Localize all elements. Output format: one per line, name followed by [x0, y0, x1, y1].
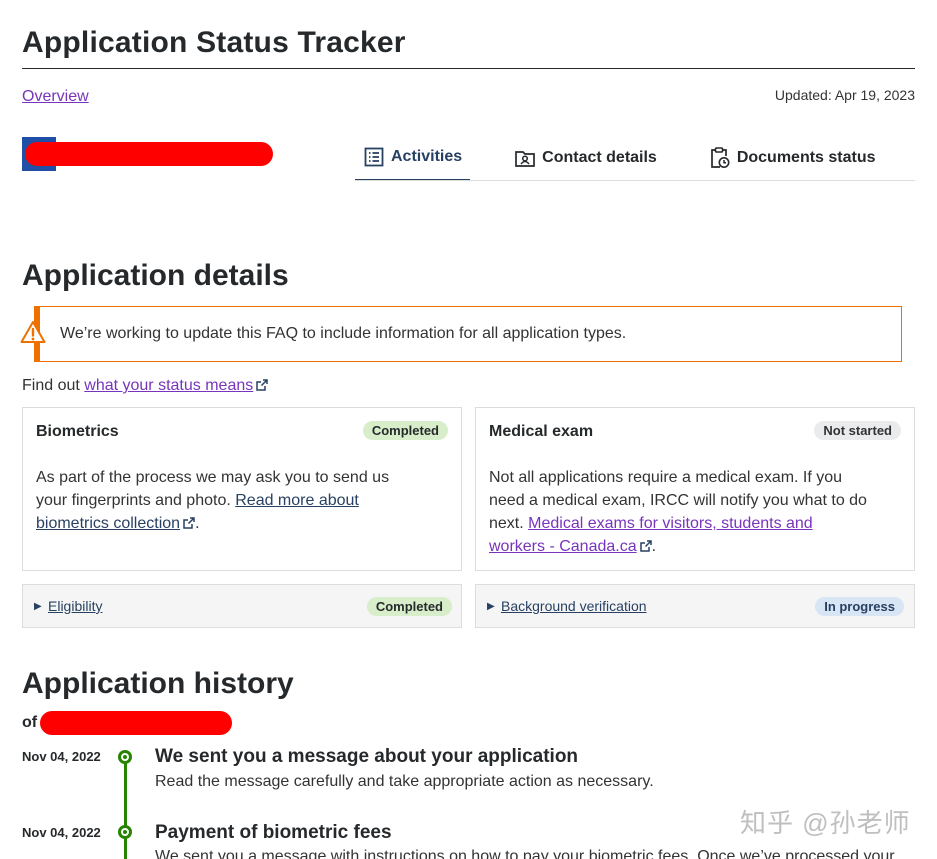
tab-contact-details-label: Contact details	[542, 148, 657, 166]
biometrics-info-link-cont[interactable]: biometrics collection	[36, 515, 180, 532]
application-history-heading: Application history	[22, 667, 294, 700]
medical-exams-link-cont[interactable]: workers - Canada.ca	[489, 538, 637, 555]
tab-activities[interactable]: Activities	[355, 134, 471, 181]
card-title: Medical exam	[489, 423, 594, 440]
warning-alert-text: We’re working to update this FAQ to incl…	[60, 325, 627, 342]
history-of-label: of	[22, 714, 38, 731]
biometrics-info-link[interactable]: Read more about	[235, 492, 359, 509]
watermark: 知乎 @孙老师	[740, 808, 911, 838]
tab-bar: Activities Contact details Documents sta…	[355, 134, 920, 181]
redacted-applicant-name	[40, 711, 232, 735]
tab-documents-status[interactable]: Documents status	[701, 134, 884, 181]
card-body: Not all applications require a medical e…	[489, 466, 894, 558]
card-body-line: Not all applications require a medical e…	[489, 469, 843, 486]
warning-alert: We’re working to update this FAQ to incl…	[34, 306, 902, 362]
eligibility-label[interactable]: Eligibility	[48, 598, 102, 614]
card-body-tail: .	[651, 538, 657, 555]
card-body-line: need a medical exam, IRCC will notify yo…	[489, 492, 867, 509]
card-body-line: As part of the process we may ask you to…	[36, 469, 390, 486]
biometrics-card: Biometrics Completed As part of the proc…	[22, 407, 462, 571]
find-out-prefix: Find out	[22, 377, 85, 394]
status-badge: Not started	[814, 421, 901, 440]
status-badge: In progress	[815, 597, 904, 616]
timeline-dot	[118, 750, 132, 764]
tab-activities-label: Activities	[391, 147, 463, 165]
card-body-line: your fingerprints and photo.	[36, 492, 236, 509]
external-link-icon	[183, 513, 195, 529]
status-badge: Completed	[366, 597, 452, 616]
warning-icon	[20, 320, 46, 344]
card-body-tail: .	[195, 515, 200, 532]
list-icon	[363, 146, 385, 168]
clipboard-clock-icon	[709, 146, 731, 169]
page-title: Application Status Tracker	[22, 26, 406, 59]
application-details-heading: Application details	[22, 259, 289, 292]
status-badge: Completed	[362, 421, 448, 440]
medical-exams-link[interactable]: Medical exams for visitors, students and	[528, 515, 813, 532]
tab-documents-status-label: Documents status	[736, 148, 876, 166]
redacted-applicant-name	[25, 142, 273, 166]
updated-date: Updated: Apr 19, 2023	[774, 87, 915, 103]
timeline-dot	[118, 825, 132, 839]
contact-card-icon	[514, 147, 536, 169]
card-title: Biometrics	[36, 423, 119, 440]
status-meaning-link[interactable]: what your status means	[84, 377, 253, 394]
external-link-icon	[639, 536, 652, 552]
background-verification-row[interactable]: ▶ Background verification In progress	[475, 584, 915, 628]
timeline-date: Nov 04, 2022	[22, 825, 101, 840]
medical-exam-card: Medical exam Not started Not all applica…	[475, 407, 915, 571]
timeline-description: We sent you a message with instructions …	[155, 848, 895, 859]
card-body: As part of the process we may ask you to…	[36, 466, 441, 535]
external-link-icon	[256, 378, 268, 391]
card-body-line: next.	[489, 515, 529, 532]
timeline-description: Read the message carefully and take appr…	[155, 773, 654, 790]
eligibility-row[interactable]: ▶ Eligibility Completed	[22, 584, 462, 628]
tab-contact-details[interactable]: Contact details	[506, 134, 665, 181]
title-divider	[22, 68, 915, 69]
timeline-title: We sent you a message about your applica…	[155, 746, 579, 767]
expand-triangle-icon: ▶	[34, 601, 42, 612]
overview-link[interactable]: Overview	[22, 88, 89, 106]
find-out-line: Find out what your status means	[22, 377, 268, 395]
timeline-line	[124, 756, 127, 859]
background-verification-label[interactable]: Background verification	[501, 598, 647, 614]
expand-triangle-icon: ▶	[487, 601, 495, 612]
timeline-date: Nov 04, 2022	[22, 749, 101, 764]
tabs-divider	[355, 180, 915, 181]
timeline-title: Payment of biometric fees	[155, 822, 392, 843]
